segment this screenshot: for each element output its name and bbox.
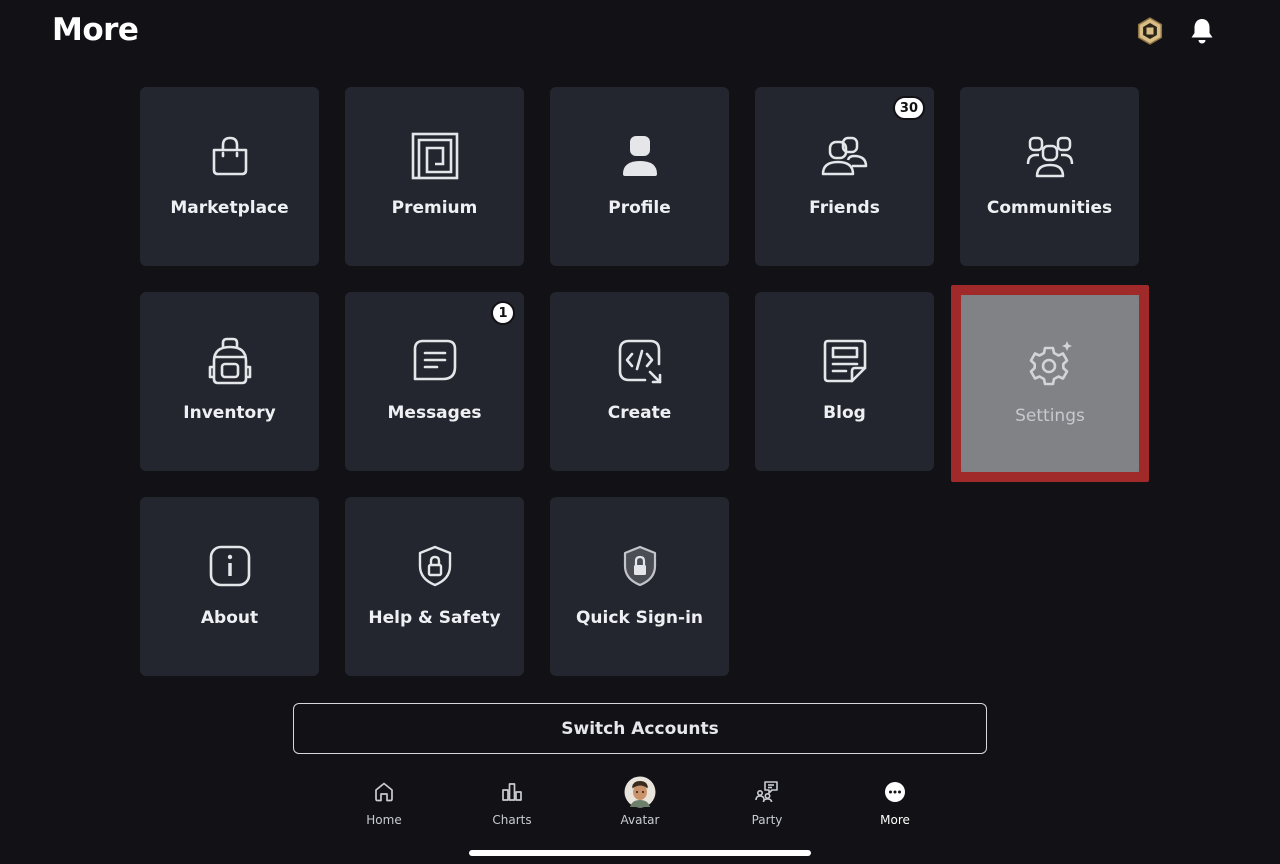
message-icon (410, 336, 460, 386)
nav-avatar[interactable]: Avatar (595, 776, 685, 827)
tile-label: Marketplace (170, 198, 289, 218)
nav-label: Party (751, 813, 783, 827)
backpack-icon (205, 336, 255, 386)
notification-badge: 1 (491, 301, 515, 325)
profile-icon (615, 131, 665, 181)
switch-accounts-button[interactable]: Switch Accounts (293, 703, 987, 754)
avatar-icon (595, 776, 685, 808)
tile-label: Settings (1015, 406, 1085, 426)
charts-icon (467, 776, 557, 808)
gear-icon (1025, 339, 1075, 389)
tile-create[interactable]: Create (550, 292, 729, 471)
nav-party[interactable]: Party (722, 776, 812, 827)
tile-label: Inventory (183, 403, 276, 423)
tile-label: Create (607, 403, 672, 423)
tile-label: Premium (391, 198, 478, 218)
page-title: More (52, 12, 139, 48)
home-indicator[interactable] (469, 850, 811, 856)
nav-label: Avatar (620, 813, 660, 827)
tile-label: Quick Sign-in (575, 608, 703, 628)
tile-label: About (200, 608, 259, 628)
tile-premium[interactable]: Premium (345, 87, 524, 266)
tile-label: Profile (608, 198, 671, 218)
blog-icon (820, 336, 870, 386)
premium-icon (410, 131, 460, 181)
tile-about[interactable]: About (140, 497, 319, 676)
home-icon (339, 776, 429, 808)
info-icon (205, 541, 255, 591)
tile-quick-sign-in[interactable]: Quick Sign-in (550, 497, 729, 676)
tile-profile[interactable]: Profile (550, 87, 729, 266)
tile-inventory[interactable]: Inventory (140, 292, 319, 471)
code-icon (615, 336, 665, 386)
robux-coin-icon[interactable] (1133, 14, 1167, 48)
tile-marketplace[interactable]: Marketplace (140, 87, 319, 266)
nav-charts[interactable]: Charts (467, 776, 557, 827)
nav-label: Charts (492, 813, 532, 827)
tile-label: Messages (387, 403, 482, 423)
shield-lock-icon (410, 541, 460, 591)
tile-blog[interactable]: Blog (755, 292, 934, 471)
tile-label: Communities (986, 198, 1113, 218)
bell-icon[interactable] (1185, 14, 1219, 48)
nav-label: Home (366, 813, 402, 827)
tile-help-safety[interactable]: Help & Safety (345, 497, 524, 676)
tile-label: Help & Safety (368, 608, 501, 628)
tile-friends[interactable]: 30 Friends (755, 87, 934, 266)
nav-home[interactable]: Home (339, 776, 429, 827)
tile-settings[interactable]: Settings (961, 295, 1139, 472)
friends-icon (820, 131, 870, 181)
tile-messages[interactable]: 1 Messages (345, 292, 524, 471)
more-icon (850, 776, 940, 808)
tile-label: Blog (823, 403, 866, 423)
shopping-bag-icon (205, 131, 255, 181)
nav-label: More (880, 813, 910, 827)
party-icon (722, 776, 812, 808)
tile-communities[interactable]: Communities (960, 87, 1139, 266)
communities-icon (1025, 131, 1075, 181)
tile-label: Friends (809, 198, 880, 218)
shield-lock-filled-icon (615, 541, 665, 591)
notification-badge: 30 (892, 96, 925, 120)
nav-more[interactable]: More (850, 776, 940, 827)
